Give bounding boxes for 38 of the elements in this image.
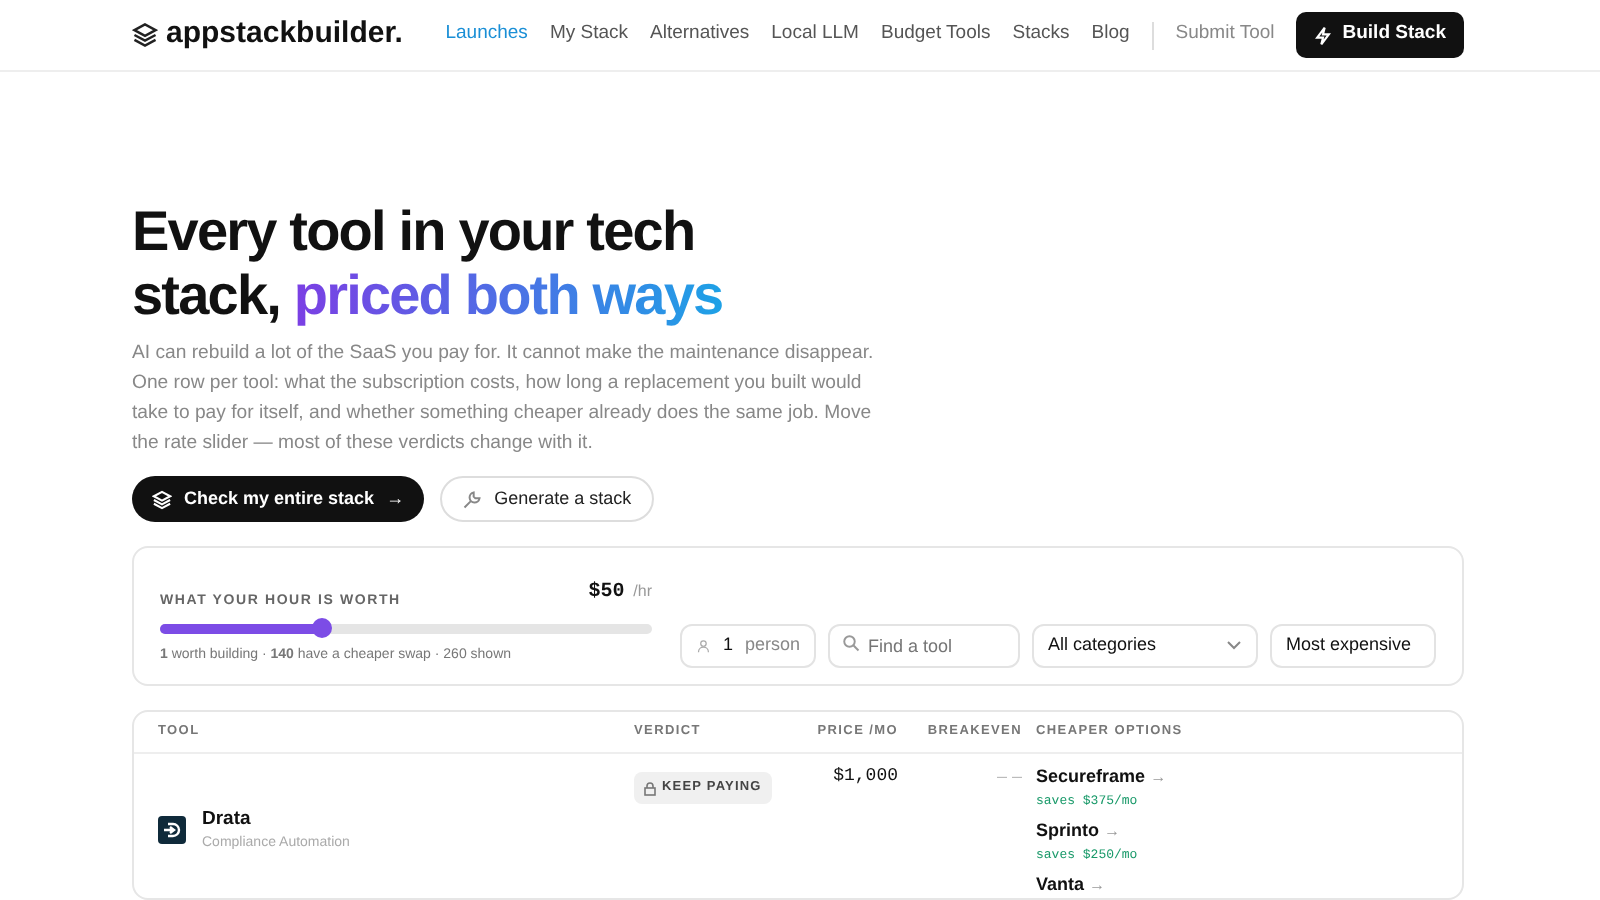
option-link[interactable]: Vanta bbox=[1036, 873, 1085, 894]
option-link[interactable]: Sprinto bbox=[1036, 819, 1099, 840]
nav-link[interactable]: Blog bbox=[1091, 20, 1130, 50]
rate-value: $50 /hr bbox=[588, 579, 652, 609]
sort-select[interactable]: Most expensive bbox=[1270, 623, 1436, 668]
category-select[interactable]: All categories bbox=[1032, 623, 1258, 668]
nav-link[interactable]: My Stack bbox=[549, 20, 628, 50]
lock-icon bbox=[644, 781, 656, 796]
nav-link[interactable]: Alternatives bbox=[650, 20, 750, 50]
layers-icon bbox=[132, 22, 158, 48]
build-stack-button[interactable]: Build Stack bbox=[1296, 12, 1464, 58]
arrow-icon: → bbox=[1089, 875, 1106, 894]
submit-tool-link[interactable]: Submit Tool bbox=[1175, 20, 1275, 50]
nav-link[interactable]: Launches bbox=[445, 20, 528, 50]
tool-logo-icon bbox=[158, 816, 186, 845]
lightning-icon bbox=[1314, 25, 1333, 45]
nav-link[interactable]: Stacks bbox=[1012, 20, 1070, 50]
generate-stack-button[interactable]: Generate a stack bbox=[440, 475, 654, 523]
search-icon bbox=[842, 633, 860, 652]
nav-link[interactable]: Budget Tools bbox=[880, 20, 991, 50]
breakeven-cell-text: – – bbox=[994, 763, 1022, 790]
hero-description: AI can rebuild a lot of the SaaS you pay for. It cannot make the maintenance disappear. One row per tool: what the subscription costs, how long a replacement you built would take to pay for itself, and whether something cheaper already does the same job. Move the rate slider — most of these verdicts change with it. bbox=[132, 340, 876, 458]
arrow-icon: → bbox=[1104, 821, 1121, 840]
option-link[interactable]: Secureframe bbox=[1036, 765, 1146, 786]
wrench-icon bbox=[462, 489, 483, 510]
search-field[interactable]: Find a tool bbox=[828, 623, 1020, 668]
chevron-down-icon bbox=[1226, 640, 1242, 651]
person-icon bbox=[696, 635, 711, 656]
nav-link[interactable]: Local LLM bbox=[771, 20, 859, 50]
price-cell-text: $1,000 bbox=[831, 763, 898, 790]
arrow-icon: → bbox=[1150, 767, 1167, 786]
layers-icon bbox=[152, 489, 172, 510]
check-stack-button[interactable]: Check my entire stack → bbox=[132, 475, 425, 523]
tool-name[interactable]: Drata bbox=[202, 805, 350, 834]
brand-name[interactable]: appstackbuilder. bbox=[166, 12, 403, 58]
hero-title: Every tool in your tech stack, priced both ways bbox=[132, 200, 725, 329]
rate-slider[interactable] bbox=[160, 624, 652, 635]
people-field[interactable]: 1 person bbox=[680, 623, 816, 668]
